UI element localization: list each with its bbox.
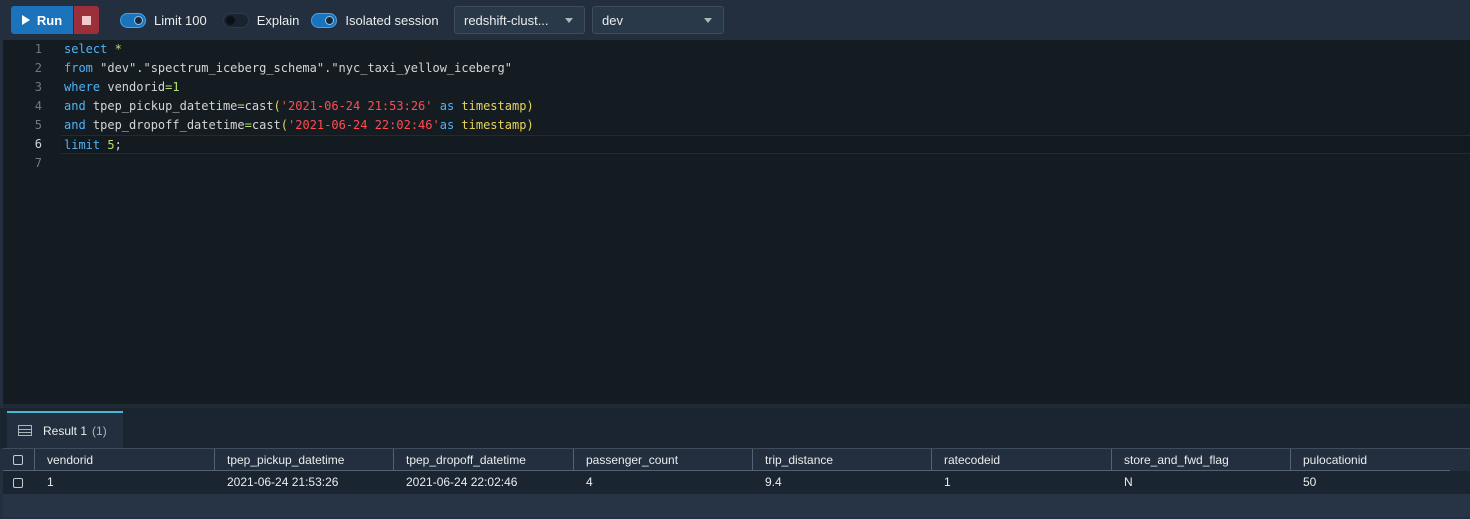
table-icon	[18, 425, 32, 436]
operator: *	[107, 42, 122, 56]
table-cell: N	[1124, 475, 1133, 489]
select-all-cell	[3, 449, 35, 471]
semicolon: ;	[114, 138, 122, 152]
keyword: select	[64, 42, 108, 56]
results-panel: Result 1 (1) vendorid tpep_pickup_dateti…	[0, 408, 1470, 519]
table-cell: 2021-06-24 21:53:26	[227, 475, 339, 489]
line-number: 6	[34, 137, 42, 151]
table-cell: 2021-06-24 22:02:46	[406, 475, 518, 489]
string: '2021-06-24 21:53:26'	[280, 99, 433, 113]
result-tab[interactable]: Result 1 (1)	[7, 411, 123, 448]
cluster-select-value: redshift-clust...	[464, 12, 549, 28]
code-line: and tpep_dropoff_datetime=cast('2021-06-…	[64, 116, 1470, 135]
type: timestamp	[454, 118, 527, 132]
code-line: and tpep_pickup_datetime=cast('2021-06-2…	[64, 97, 1470, 116]
line-number: 3	[34, 80, 42, 94]
line-number: 2	[34, 61, 42, 75]
line-number: 5	[34, 118, 42, 132]
table-cell: 4	[586, 475, 593, 489]
code-line: select *	[64, 40, 1470, 59]
column-header[interactable]: ratecodeid	[932, 449, 1112, 471]
keyword: from	[64, 61, 93, 75]
keyword: where	[64, 80, 101, 94]
column-header[interactable]: pulocationid	[1291, 449, 1450, 471]
number: 1	[172, 80, 180, 94]
identifier: tpep_dropoff_datetime	[85, 118, 245, 132]
toggle-knob	[325, 15, 335, 25]
table-cell: 1	[47, 475, 54, 489]
table-row[interactable]: 1 2021-06-24 21:53:26 2021-06-24 22:02:4…	[3, 471, 1470, 494]
toggle-knob	[134, 15, 143, 25]
query-toolbar: Run Limit 100 Explain Isolated session i	[0, 0, 1470, 40]
toggle-knob	[225, 15, 235, 25]
function: cast	[251, 118, 281, 132]
operator: =	[244, 118, 252, 132]
chevron-down-icon	[565, 18, 573, 23]
line-number: 4	[34, 99, 42, 113]
isolated-session-toggle[interactable]	[311, 12, 338, 28]
sql-editor[interactable]: 1 2 3 4 5 6 7 select * from "dev"."spect…	[3, 40, 1470, 404]
select-all-checkbox[interactable]	[13, 454, 23, 465]
limit-toggle[interactable]	[120, 12, 146, 28]
identifier: vendorid	[100, 80, 166, 94]
line-number: 7	[34, 156, 42, 170]
paren: (	[273, 99, 281, 113]
isolated-session-label: Isolated session	[345, 12, 439, 28]
keyword: limit	[64, 138, 101, 152]
line-number: 1	[34, 42, 42, 56]
identifier: tpep_pickup_datetime	[85, 99, 238, 113]
result-tab-count: (1)	[92, 423, 107, 438]
paren: )	[526, 99, 534, 113]
column-header[interactable]: tpep_pickup_datetime	[215, 449, 394, 471]
row-checkbox[interactable]	[13, 477, 23, 488]
play-icon	[21, 15, 30, 25]
number: 5	[100, 138, 115, 152]
result-tab-label: Result 1	[43, 423, 88, 438]
column-header[interactable]: tpep_dropoff_datetime	[394, 449, 574, 471]
database-select-value: dev	[602, 12, 623, 28]
code-line-active: limit 5;	[61, 135, 1470, 154]
column-header[interactable]: trip_distance	[753, 449, 932, 471]
keyword: and	[64, 99, 86, 113]
column-header[interactable]: passenger_count	[574, 449, 753, 471]
stop-icon	[82, 15, 91, 25]
results-tab-bar: Result 1 (1)	[0, 408, 1470, 448]
function: cast	[244, 99, 274, 113]
code-line: where vendorid=1	[64, 78, 1470, 97]
cluster-select[interactable]: redshift-clust...	[454, 6, 585, 34]
keyword: and	[64, 118, 86, 132]
type: timestamp	[454, 99, 527, 113]
chevron-down-icon	[704, 18, 712, 23]
database-select[interactable]: dev	[592, 6, 724, 34]
keyword: as	[432, 99, 455, 113]
identifier: "dev"."spectrum_iceberg_schema"."nyc_tax…	[92, 61, 512, 75]
row-select-cell	[3, 471, 35, 494]
line-number-gutter: 1 2 3 4 5 6 7	[3, 40, 53, 173]
string: '2021-06-24 22:02:46'	[288, 118, 440, 132]
limit-label: Limit 100	[154, 12, 207, 28]
operator: =	[237, 99, 245, 113]
results-table: vendorid tpep_pickup_datetime tpep_dropo…	[3, 448, 1470, 494]
code-line: from "dev"."spectrum_iceberg_schema"."ny…	[64, 59, 1470, 78]
paren: (	[280, 118, 289, 132]
table-cell: 50	[1303, 475, 1317, 489]
column-header[interactable]: vendorid	[35, 449, 215, 471]
table-header-row: vendorid tpep_pickup_datetime tpep_dropo…	[3, 448, 1470, 471]
stop-button[interactable]	[74, 6, 99, 34]
table-cell: 9.4	[765, 475, 782, 489]
run-button[interactable]: Run	[11, 6, 73, 34]
explain-toggle[interactable]	[222, 12, 249, 28]
explain-label: Explain	[256, 12, 300, 28]
table-cell: 1	[944, 475, 951, 489]
paren: )	[526, 118, 534, 132]
code-area[interactable]: select * from "dev"."spectrum_iceberg_sc…	[61, 40, 1470, 173]
column-header[interactable]: store_and_fwd_flag	[1112, 449, 1291, 471]
keyword: as	[439, 118, 455, 132]
empty-row-area	[3, 494, 1470, 517]
run-label: Run	[36, 12, 63, 28]
